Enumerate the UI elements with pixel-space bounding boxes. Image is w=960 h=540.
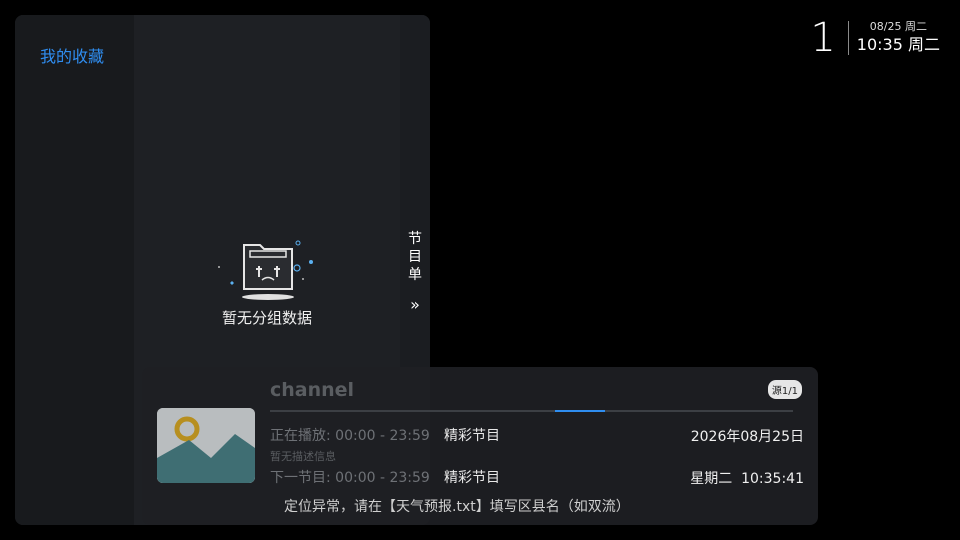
channel-name: channel	[270, 379, 355, 401]
now-playing-row: 正在播放: 00:00 - 23:59 精彩节目	[270, 425, 500, 445]
empty-message: 暂无分组数据	[221, 309, 312, 327]
source-badge: 源1/1	[767, 380, 802, 399]
clock-divider	[847, 21, 849, 55]
current-date: 2026年08月25日	[690, 429, 804, 445]
channel-number: 1	[810, 15, 836, 61]
current-weekday-time: 星期二 10:35:41	[690, 471, 804, 487]
clock-date: 08/25 周二	[869, 20, 927, 33]
empty-box-icon	[218, 240, 313, 300]
clock-time: 10:35 周二	[856, 35, 940, 54]
program-description: 暂无描述信息	[270, 450, 336, 463]
image-placeholder-icon	[157, 408, 255, 483]
group-list: 我的收藏	[15, 15, 134, 525]
program-progress-fill	[555, 410, 605, 412]
next-program-row: 下一节目: 00:00 - 23:59 精彩节目	[270, 467, 500, 487]
now-playing-time: 00:00 - 23:59	[335, 428, 430, 444]
now-playing-label: 正在播放:	[270, 428, 331, 444]
channel-logo-placeholder	[157, 408, 255, 483]
next-program-title: 精彩节目	[444, 470, 500, 486]
group-item-favorites[interactable]: 我的收藏	[40, 43, 104, 67]
program-progress	[270, 410, 793, 412]
double-chevron-right-icon: »	[410, 295, 420, 314]
next-program-time: 00:00 - 23:59	[335, 470, 430, 486]
clock-widget: 1 08/25 周二 10:35 周二	[810, 16, 940, 60]
now-playing-title: 精彩节目	[444, 428, 500, 444]
date-time: 08/25 周二 10:35 周二	[857, 20, 940, 56]
epg-tab-label: 节目单	[408, 231, 422, 283]
location-error-toast: 定位异常，请在【天气预报.txt】填写区县名（如双流）	[284, 499, 630, 515]
next-program-label: 下一节目:	[270, 470, 331, 486]
